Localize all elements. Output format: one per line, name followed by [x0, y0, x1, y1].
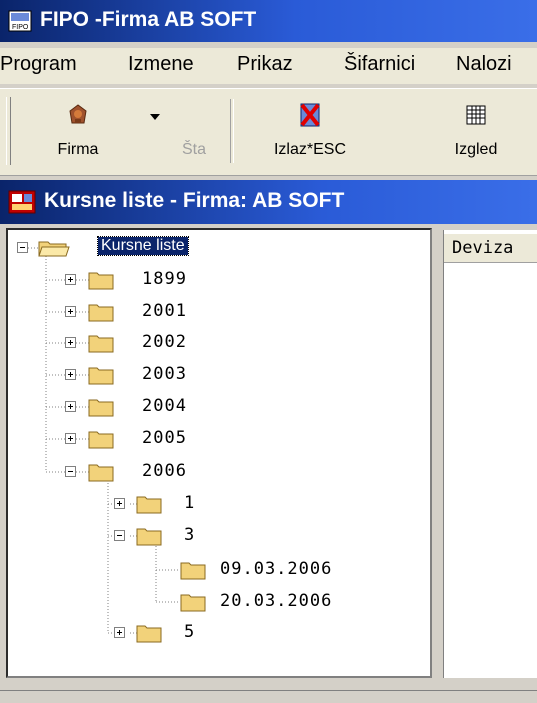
- tree-node-label[interactable]: 20.03.2006: [220, 591, 332, 611]
- folder-icon: [88, 335, 114, 353]
- tree-node-label[interactable]: 2003: [142, 364, 187, 384]
- window-icon: [8, 190, 36, 214]
- app-title-bar: FIPO FIPO -Firma AB SOFT: [0, 0, 537, 42]
- folder-icon: [88, 304, 114, 322]
- tree-node-root[interactable]: Kursne liste: [8, 235, 428, 261]
- app-title: FIPO -Firma AB SOFT: [40, 8, 257, 31]
- toolbar-separator: [230, 99, 234, 163]
- tree-node-label[interactable]: 1899: [142, 269, 187, 289]
- tree-node-label[interactable]: Kursne liste: [97, 236, 189, 256]
- toolbar: Firma Šta Izlaz*ESC Izgled: [0, 88, 537, 176]
- tree-node-year[interactable]: 2002: [8, 330, 428, 356]
- firma-button[interactable]: Firma: [28, 97, 128, 167]
- tree-node-year[interactable]: 1899: [8, 267, 428, 293]
- tree-node-label[interactable]: 2004: [142, 396, 187, 416]
- child-window-body: Kursne liste 1899 2001 2002 2003 2004 20…: [0, 224, 537, 703]
- folder-icon: [88, 272, 114, 290]
- menu-izmene[interactable]: Izmene: [128, 53, 194, 76]
- tree-node-label[interactable]: 3: [184, 525, 195, 545]
- expand-icon[interactable]: [65, 337, 76, 348]
- grid-layout-icon: [466, 105, 486, 125]
- menu-nalozi[interactable]: Nalozi: [456, 53, 512, 76]
- tree-node-date[interactable]: 20.03.2006: [8, 589, 428, 615]
- collapse-icon[interactable]: [65, 466, 76, 477]
- folder-icon: [88, 367, 114, 385]
- tree-node-year[interactable]: 2004: [8, 394, 428, 420]
- expand-icon[interactable]: [65, 433, 76, 444]
- folder-icon: [88, 431, 114, 449]
- column-header-deviza[interactable]: Deviza: [444, 234, 537, 263]
- tree-node-label[interactable]: 5: [184, 622, 195, 642]
- izlaz-button[interactable]: Izlaz*ESC: [250, 97, 370, 167]
- folder-icon: [136, 625, 162, 643]
- tree-node-label[interactable]: 2002: [142, 332, 187, 352]
- folder-icon: [88, 399, 114, 417]
- izgled-button[interactable]: Izgled: [436, 97, 516, 167]
- svg-text:FIPO: FIPO: [12, 24, 29, 31]
- child-window-title: Kursne liste - Firma: AB SOFT: [44, 189, 345, 212]
- toolbar-grip[interactable]: [6, 97, 11, 165]
- app-icon: FIPO: [8, 10, 32, 32]
- expand-icon[interactable]: [65, 369, 76, 380]
- tree-node-year-expanded[interactable]: 2006: [8, 459, 428, 485]
- tree-node-label[interactable]: 1: [184, 493, 195, 513]
- firma-label: Firma: [57, 141, 99, 158]
- tree-node-month[interactable]: 5: [8, 620, 428, 646]
- firma-icon: [69, 104, 87, 124]
- folder-icon: [136, 496, 162, 514]
- tree-node-year[interactable]: 2005: [8, 426, 428, 452]
- sta-button[interactable]: Šta: [170, 97, 218, 167]
- collapse-icon[interactable]: [114, 530, 125, 541]
- rates-grid[interactable]: Deviza: [443, 230, 537, 678]
- folder-icon: [180, 562, 206, 580]
- tree-node-month-expanded[interactable]: 3: [8, 523, 428, 549]
- sta-label: Šta: [181, 141, 206, 158]
- tree-node-month[interactable]: 1: [8, 491, 428, 517]
- izgled-label: Izgled: [454, 141, 498, 158]
- menu-bar: Program Izmene Prikaz Šifarnici Nalozi: [0, 48, 537, 84]
- exit-icon: [300, 103, 320, 127]
- expand-icon[interactable]: [114, 498, 125, 509]
- expand-icon[interactable]: [65, 306, 76, 317]
- expand-icon[interactable]: [114, 627, 125, 638]
- status-bar: [0, 690, 537, 703]
- tree-node-year[interactable]: 2001: [8, 299, 428, 325]
- column-header-label: Deviza: [452, 238, 514, 258]
- tree-node-year[interactable]: 2003: [8, 362, 428, 388]
- expand-icon[interactable]: [65, 274, 76, 285]
- kursne-liste-tree[interactable]: Kursne liste 1899 2001 2002 2003 2004 20…: [6, 228, 432, 678]
- menu-program[interactable]: Program: [0, 53, 77, 76]
- tree-node-label[interactable]: 09.03.2006: [220, 559, 332, 579]
- tree-node-date[interactable]: 09.03.2006: [8, 557, 428, 583]
- expand-icon[interactable]: [65, 401, 76, 412]
- collapse-icon[interactable]: [17, 242, 28, 253]
- child-window-title-bar: Kursne liste - Firma: AB SOFT: [0, 180, 537, 224]
- izlaz-label: Izlaz*ESC: [273, 141, 347, 158]
- folder-icon: [180, 594, 206, 612]
- folder-open-icon: [38, 241, 70, 257]
- tree-node-label[interactable]: 2006: [142, 461, 187, 481]
- tree-node-label[interactable]: 2005: [142, 428, 187, 448]
- dropdown-arrow-icon[interactable]: [149, 113, 161, 121]
- menu-sifarnici[interactable]: Šifarnici: [344, 53, 415, 76]
- tree-node-label[interactable]: 2001: [142, 301, 187, 321]
- menu-prikaz[interactable]: Prikaz: [237, 53, 293, 76]
- folder-icon: [136, 528, 162, 546]
- folder-icon: [88, 464, 114, 482]
